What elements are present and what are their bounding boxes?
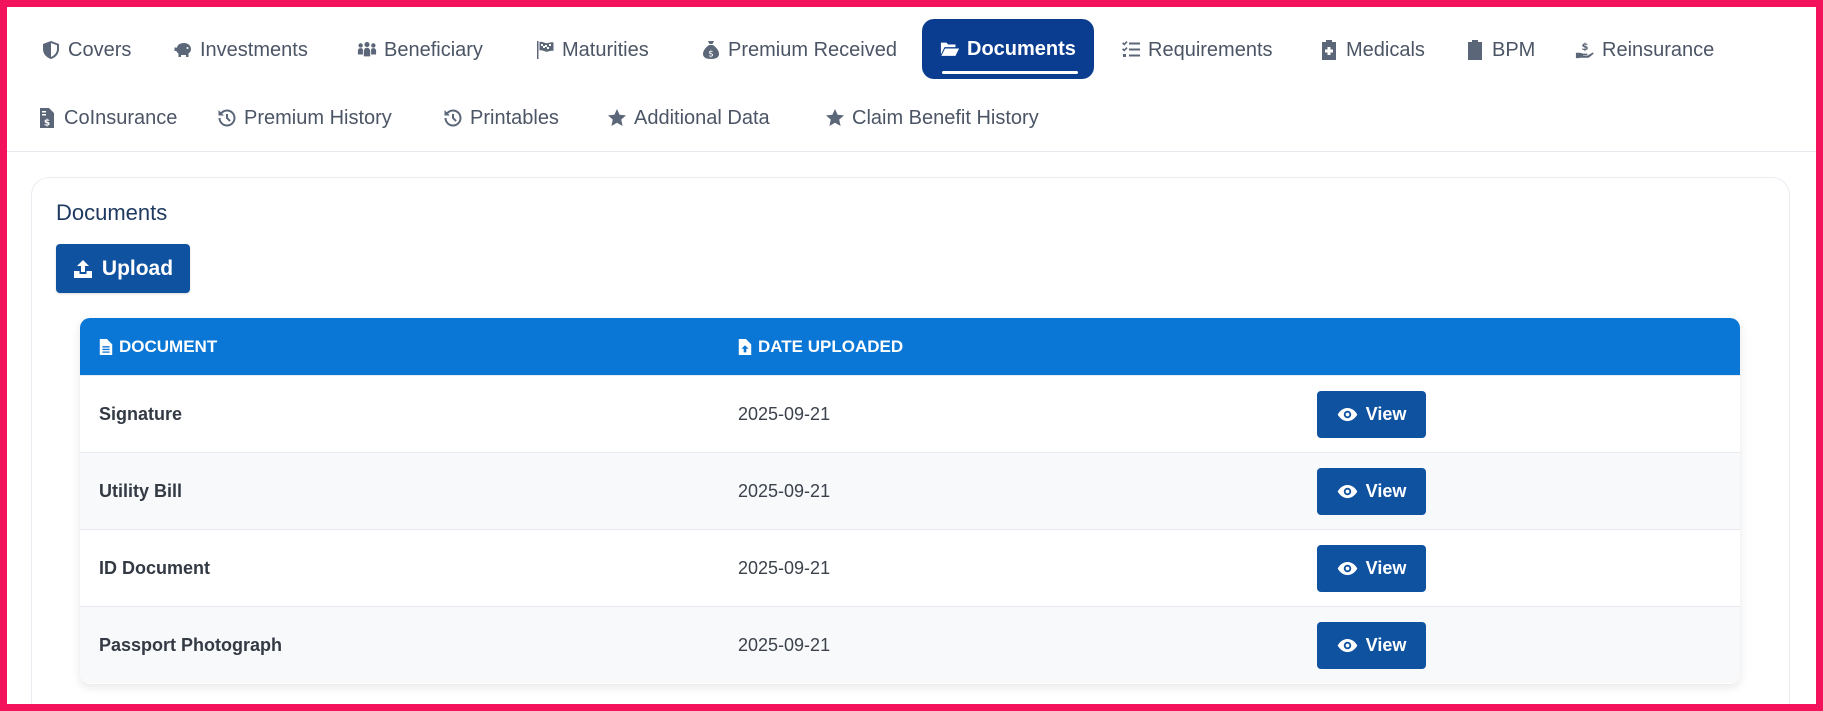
tab-claim-benefit-history[interactable]: Claim Benefit History [807, 88, 1057, 148]
tab-printables[interactable]: Printables [425, 88, 577, 148]
column-header-label: DOCUMENT [119, 336, 218, 356]
checkered-flag-icon [537, 41, 554, 59]
tab-label: CoInsurance [64, 106, 178, 129]
tab-coinsurance[interactable]: $ CoInsurance [19, 88, 195, 148]
view-button[interactable]: View [1317, 391, 1426, 438]
hand-holding-dollar-icon: $ [1575, 42, 1594, 59]
eye-icon [1337, 638, 1357, 653]
column-header-label: DATE UPLOADED [758, 336, 904, 356]
documents-card: Documents Upload DOCUMENT DATE UPLOADED … [31, 177, 1790, 704]
file-icon [99, 338, 113, 355]
upload-button[interactable]: Upload [56, 244, 190, 293]
upload-button-label: Upload [101, 256, 174, 280]
view-button-label: View [1365, 481, 1407, 501]
column-header-date-uploaded[interactable]: DATE UPLOADED [738, 318, 903, 375]
tab-medicals[interactable]: Medicals [1301, 20, 1443, 80]
document-name: Utility Bill [99, 481, 183, 501]
tab-label: BPM [1492, 38, 1536, 61]
column-header-document[interactable]: DOCUMENT [99, 318, 217, 375]
date-uploaded: 2025-09-21 [738, 558, 831, 578]
app-frame: Covers Investments Beneficiary Maturitie… [0, 0, 1823, 711]
history-icon [444, 109, 462, 127]
active-tab-underline [942, 71, 1078, 74]
view-button[interactable]: View [1317, 468, 1426, 515]
tab-premium-received[interactable]: $ Premium Received [683, 20, 915, 80]
tab-label: Medicals [1346, 38, 1425, 61]
view-button[interactable]: View [1317, 545, 1426, 592]
view-button-label: View [1365, 404, 1407, 424]
tab-label: Investments [200, 38, 308, 61]
tab-label: Claim Benefit History [852, 106, 1039, 129]
tab-label: Requirements [1148, 38, 1273, 61]
star-icon [608, 109, 626, 126]
tab-bar: Covers Investments Beneficiary Maturitie… [7, 7, 1816, 152]
date-uploaded: 2025-09-21 [738, 404, 831, 424]
medical-file-icon [1322, 40, 1336, 60]
people-group-icon [357, 42, 377, 57]
eye-icon [1337, 561, 1357, 576]
svg-text:$: $ [708, 50, 714, 60]
document-name: Signature [99, 404, 183, 424]
svg-text:$: $ [1582, 42, 1589, 53]
tab-investments[interactable]: Investments [155, 20, 326, 80]
eye-icon [1337, 407, 1357, 422]
section-title: Documents [56, 200, 168, 225]
table-row: Signature 2025-09-21 View [80, 375, 1740, 452]
documents-table: DOCUMENT DATE UPLOADED Signature 2025-09… [80, 318, 1740, 684]
clipboard-check-icon [1468, 40, 1482, 60]
tab-documents[interactable]: Documents [922, 19, 1094, 79]
svg-text:$: $ [44, 119, 50, 129]
table-row: ID Document 2025-09-21 View [80, 529, 1740, 606]
tab-label: Additional Data [634, 106, 770, 129]
tab-label: Printables [470, 106, 559, 129]
list-check-icon [1122, 41, 1140, 57]
shield-icon [43, 41, 59, 59]
file-upload-icon [738, 338, 752, 355]
tab-additional-data[interactable]: Additional Data [589, 88, 788, 148]
view-button-label: View [1365, 558, 1407, 578]
date-uploaded: 2025-09-21 [738, 635, 831, 655]
document-name: ID Document [99, 558, 211, 578]
tab-bpm[interactable]: BPM [1447, 20, 1553, 80]
tab-beneficiary[interactable]: Beneficiary [339, 20, 501, 80]
table-header: DOCUMENT DATE UPLOADED [80, 318, 1740, 375]
document-name: Passport Photograph [99, 635, 283, 655]
file-invoice-dollar-icon: $ [40, 108, 54, 129]
tab-label: Beneficiary [384, 38, 483, 61]
piggy-bank-icon [174, 43, 191, 57]
table-row: Passport Photograph 2025-09-21 View [80, 606, 1740, 683]
tab-label: Premium Received [728, 38, 897, 61]
tab-maturities[interactable]: Maturities [517, 20, 667, 80]
star-icon [826, 109, 844, 126]
upload-icon [73, 259, 92, 278]
tab-reinsurance[interactable]: $ Reinsurance [1557, 20, 1732, 80]
tab-label: Documents [967, 37, 1076, 60]
folder-open-icon [940, 42, 960, 56]
tab-covers[interactable]: Covers [23, 20, 149, 80]
history-icon [218, 109, 236, 127]
money-bag-icon: $ [703, 41, 719, 60]
tab-label: Premium History [244, 106, 392, 129]
view-button[interactable]: View [1317, 622, 1426, 669]
tab-premium-history[interactable]: Premium History [199, 88, 410, 148]
date-uploaded: 2025-09-21 [738, 481, 831, 501]
tab-label: Maturities [562, 38, 649, 61]
eye-icon [1337, 484, 1357, 499]
view-button-label: View [1365, 635, 1407, 655]
tab-label: Covers [68, 38, 132, 61]
table-row: Utility Bill 2025-09-21 View [80, 452, 1740, 529]
tab-label: Reinsurance [1602, 38, 1715, 61]
tab-requirements[interactable]: Requirements [1103, 20, 1291, 80]
